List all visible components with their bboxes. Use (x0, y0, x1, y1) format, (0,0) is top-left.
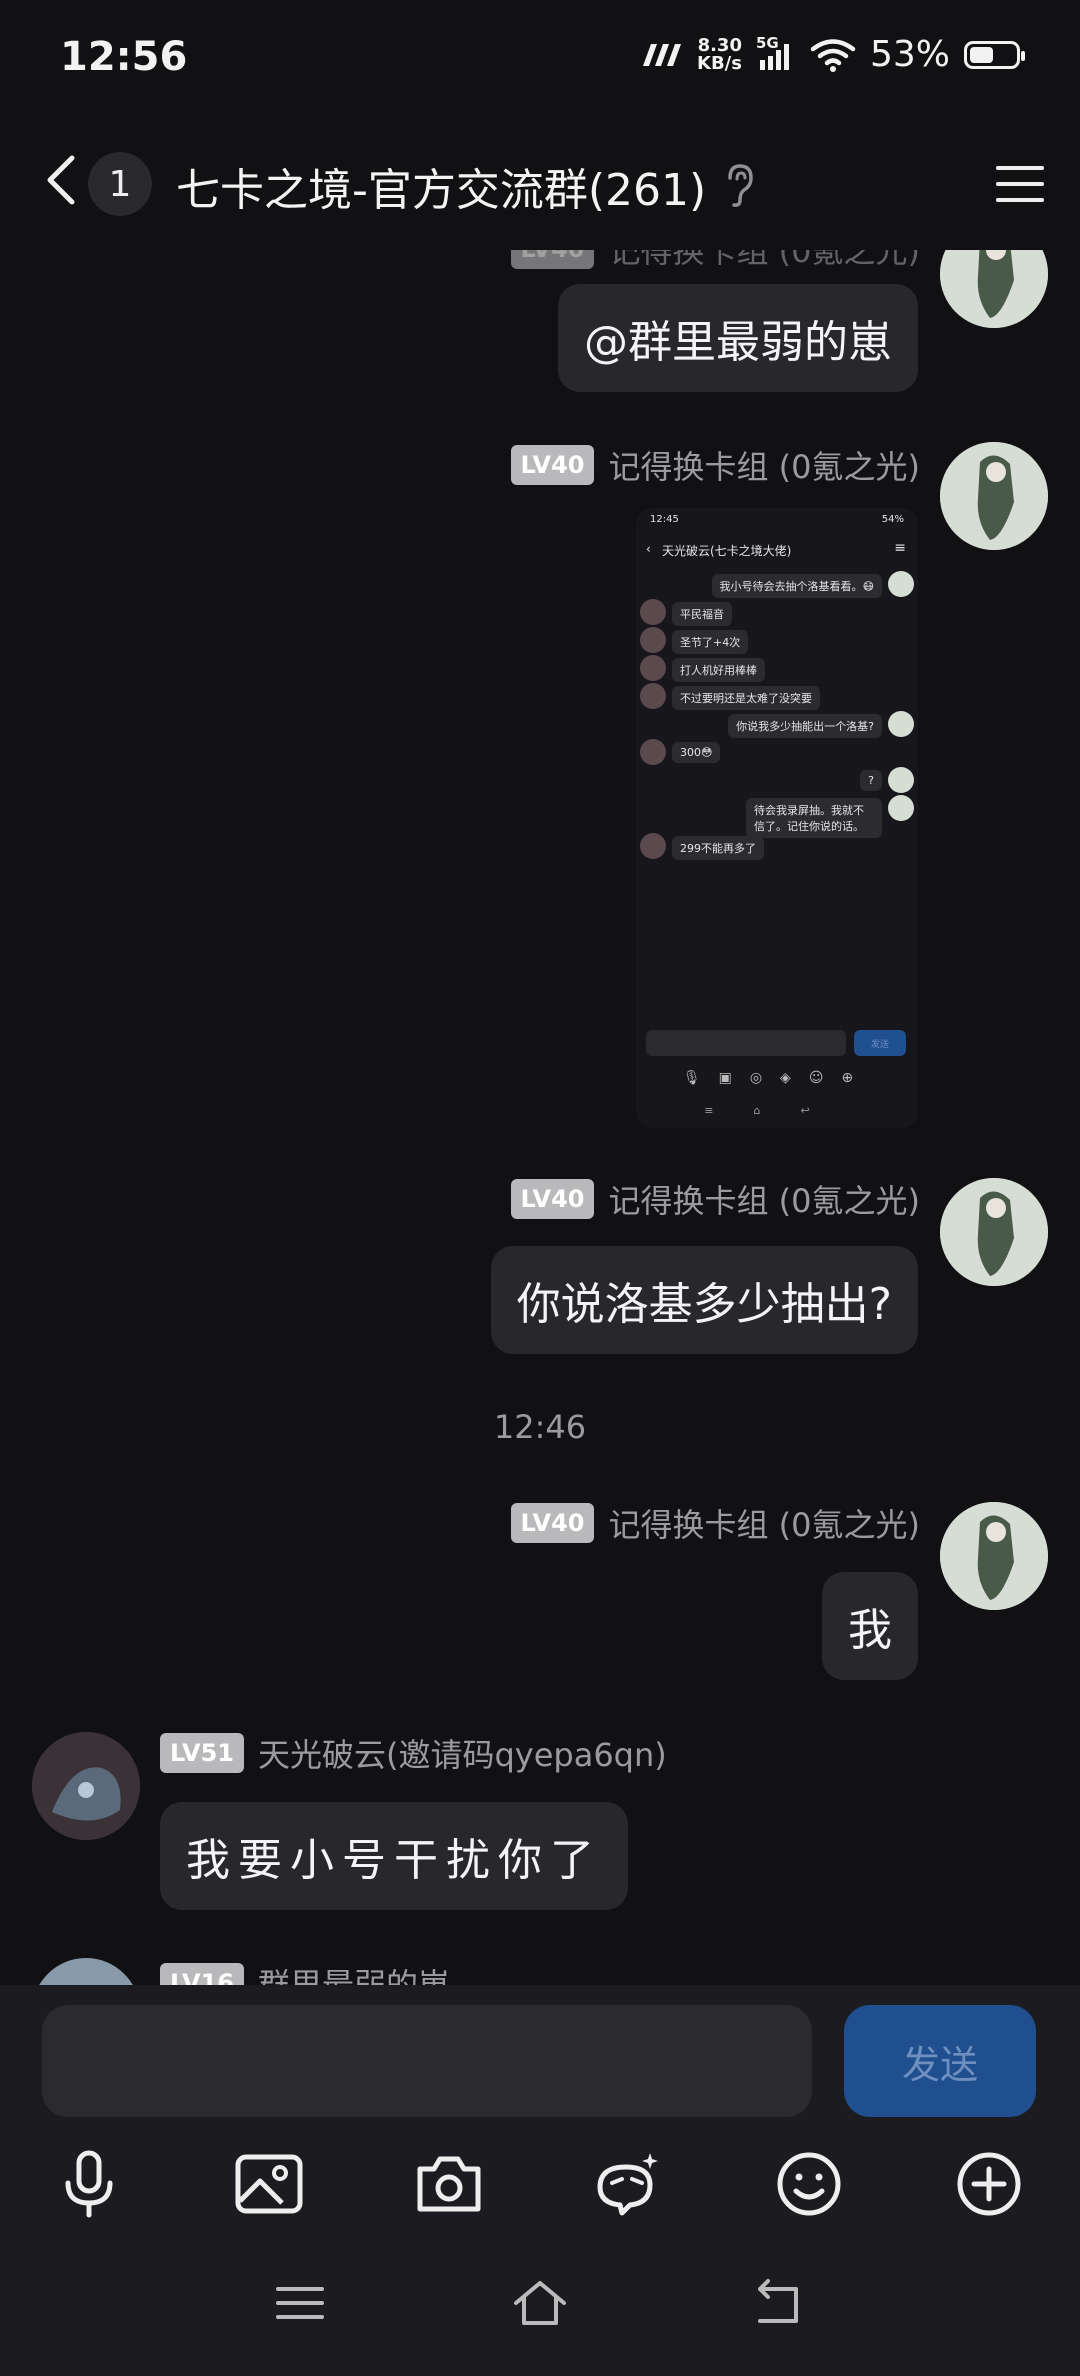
emoji-icon[interactable] (772, 2147, 846, 2221)
mini-input (646, 1030, 846, 1056)
avatar[interactable] (32, 1958, 140, 1985)
mini-navbar: ≡⌂↩ (704, 1104, 850, 1117)
mini-time: 12:45 (650, 514, 679, 525)
m-logo-icon (643, 43, 682, 66)
mini-title: 天光破云(七卡之境大佬) (662, 544, 792, 558)
level-badge: LV40 (510, 1503, 595, 1543)
mini-bubble: 300😳 (672, 742, 721, 763)
mini-bubble: 我小号待会去抽个洛基看看。😷 (711, 574, 882, 598)
mini-toolbar: 🎙▣◎◈☺⊕ (682, 1070, 872, 1086)
message-list[interactable]: LV40 记得换卡组 (0氪之光) @群里最弱的崽 LV40 记得换卡组 (0氪… (0, 250, 1080, 1985)
network-speed: 8.30 KB/s (697, 34, 742, 74)
plus-icon[interactable] (952, 2147, 1026, 2221)
level-badge: LV51 (160, 1733, 244, 1773)
sender-name[interactable]: 记得换卡组 (0氪之光) (608, 1500, 920, 1546)
message-bubble[interactable]: 我要小号干扰你了 (160, 1802, 628, 1910)
mini-bubble: 待会我录屏抽。我就不信了。记住你说的话。 (746, 798, 882, 838)
sender-name[interactable]: 群里最弱的崽 (258, 1960, 450, 1985)
unread-count-badge[interactable]: 1 (88, 152, 152, 216)
mini-bubble: 你说我多少抽能出一个洛基? (728, 714, 882, 738)
status-time: 12:56 (60, 34, 188, 80)
avatar[interactable] (940, 1502, 1048, 1610)
message-meta: LV40 记得换卡组 (0氪之光) (510, 1176, 920, 1222)
message-bubble[interactable]: 我 (822, 1572, 918, 1680)
mini-menu-icon: ≡ (894, 540, 906, 556)
level-badge: LV40 (510, 445, 595, 485)
mini-avatar (640, 655, 666, 681)
signal-icon: 5G (756, 34, 796, 72)
message-input[interactable] (42, 2005, 812, 2117)
wifi-icon (810, 38, 856, 72)
sender-name[interactable]: 天光破云(邀请码qyepa6qn) (258, 1730, 667, 1776)
mini-battery: 54% (881, 514, 904, 525)
mini-bubble: 299不能再多了 (672, 836, 764, 860)
mini-avatar (640, 627, 666, 653)
mini-bubble: ? (860, 770, 882, 791)
avatar[interactable] (940, 250, 1048, 328)
mini-avatar (888, 711, 914, 737)
ear-icon[interactable] (720, 162, 760, 208)
speed-value: 8.30 (697, 34, 742, 56)
mini-avatar (640, 833, 666, 859)
avatar[interactable] (32, 1732, 140, 1840)
sender-name[interactable]: 记得换卡组 (0氪之光) (608, 1176, 920, 1222)
back-arrow-icon[interactable] (36, 150, 96, 210)
message-meta: LV16 群里最弱的崽 (160, 1960, 450, 1985)
battery-level (970, 46, 994, 63)
mini-avatar (640, 739, 666, 765)
mini-avatar (888, 795, 914, 821)
camera-icon[interactable] (412, 2147, 486, 2221)
home-nav-icon[interactable] (512, 2275, 568, 2331)
mini-avatar (888, 767, 914, 793)
level-badge: LV16 (160, 1963, 244, 1985)
message-meta: LV40 记得换卡组 (0氪之光) (510, 442, 920, 488)
message-bubble[interactable]: 你说洛基多少抽出? (490, 1246, 918, 1354)
menu-icon[interactable] (994, 158, 1046, 210)
message-meta: LV51 天光破云(邀请码qyepa6qn) (160, 1730, 667, 1776)
sticker-icon[interactable] (590, 2147, 664, 2221)
page-title[interactable]: 七卡之境-官方交流群(261) (176, 154, 706, 218)
status-icons: 8.30 KB/s 5G 53% (641, 34, 1025, 75)
message-meta: LV40 记得换卡组 (0氪之光) (510, 1500, 920, 1546)
mini-avatar (640, 599, 666, 625)
mini-avatar (640, 683, 666, 709)
microphone-icon[interactable] (52, 2147, 126, 2221)
level-badge: LV40 (510, 250, 595, 269)
chat-header: 1 七卡之境-官方交流群(261) (0, 120, 1080, 250)
sender-name[interactable]: 记得换卡组 (0氪之光) (608, 442, 920, 488)
send-button[interactable]: 发送 (844, 2005, 1036, 2117)
speed-unit: KB/s (697, 52, 742, 74)
mini-bubble: 平民福音 (672, 602, 732, 626)
battery-icon (964, 40, 1025, 69)
mini-send: 发送 (854, 1030, 906, 1056)
avatar[interactable] (940, 1178, 1048, 1286)
avatar[interactable] (940, 442, 1048, 550)
mini-bubble: 圣节了+4次 (672, 630, 749, 654)
level-badge: LV40 (510, 1179, 595, 1219)
mini-back-icon: ‹ (646, 542, 651, 556)
composer: 发送 (0, 1985, 1080, 2376)
image-icon[interactable] (232, 2147, 306, 2221)
back-nav-icon[interactable] (752, 2275, 808, 2331)
status-bar: 12:56 8.30 KB/s 5G 53% (0, 0, 1080, 120)
mini-bubble: 不过要明还是太难了没突要 (672, 686, 820, 710)
mini-avatar (888, 571, 914, 597)
menu-nav-icon[interactable] (272, 2275, 328, 2331)
message-timestamp: 12:46 (493, 1408, 587, 1446)
battery-percent: 53% (869, 34, 950, 75)
mini-bubble: 打人机好用棒棒 (672, 658, 765, 682)
screenshot-image[interactable]: 12:45 54% ‹ 天光破云(七卡之境大佬) ≡ 我小号待会去抽个洛基看看。… (636, 508, 918, 1128)
message-meta-cut: LV40 记得换卡组 (0氪之光) (510, 250, 920, 272)
sender-name[interactable]: 记得换卡组 (0氪之光) (608, 250, 920, 272)
message-bubble[interactable]: @群里最弱的崽 (558, 284, 918, 392)
